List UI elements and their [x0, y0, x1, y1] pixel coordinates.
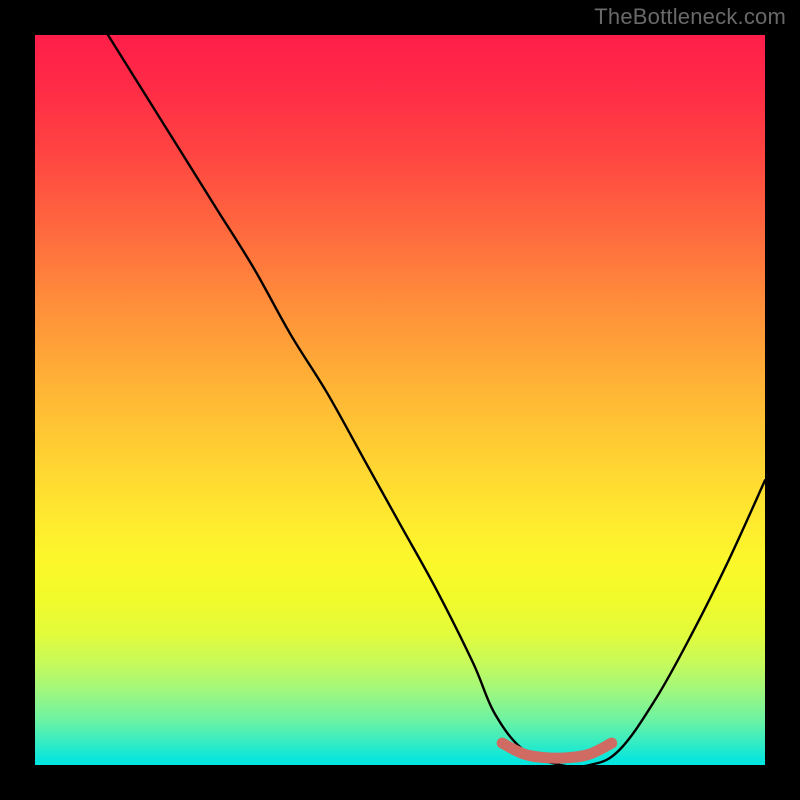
- plot-area: [35, 35, 765, 765]
- watermark-text: TheBottleneck.com: [594, 4, 786, 30]
- bottleneck-curve: [108, 35, 765, 765]
- chart-svg: [35, 35, 765, 765]
- chart-frame: TheBottleneck.com: [0, 0, 800, 800]
